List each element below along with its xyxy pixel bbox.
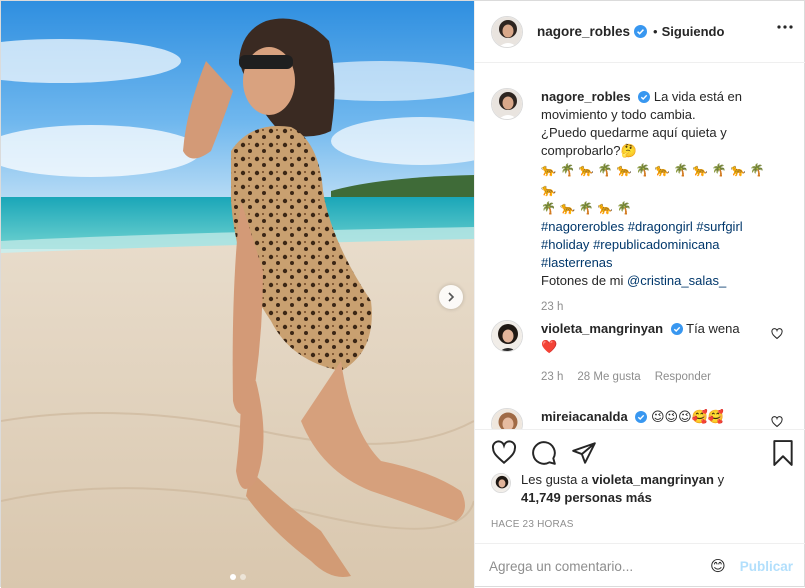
verified-badge-icon bbox=[670, 323, 683, 335]
hashtags: #nagorerobles #dragongirl #surfgirl #hol… bbox=[541, 218, 789, 272]
caption-username[interactable]: nagore_robles bbox=[541, 89, 631, 104]
avatar-image bbox=[492, 89, 522, 119]
hashtag-link[interactable]: #holiday bbox=[541, 237, 589, 252]
hashtag-link[interactable]: #republicadominicana bbox=[593, 237, 719, 252]
liker-username[interactable]: violeta_mangrinyan bbox=[592, 472, 714, 487]
more-options-icon[interactable] bbox=[777, 25, 793, 29]
author-username[interactable]: nagore_robles bbox=[537, 24, 630, 39]
emoji-icon[interactable]: 😊 bbox=[710, 557, 726, 575]
avatar-image bbox=[492, 409, 522, 429]
avatar-image bbox=[492, 321, 522, 351]
post-photo[interactable] bbox=[1, 1, 474, 588]
likes-prefix: Les gusta a bbox=[521, 472, 589, 487]
add-comment-bar: Agrega un comentario... 😊 Publicar bbox=[475, 543, 805, 588]
chevron-right-icon bbox=[448, 292, 455, 302]
publish-button[interactable]: Publicar bbox=[740, 559, 793, 574]
caption-time[interactable]: 23 h bbox=[541, 298, 789, 316]
separator-dot: • bbox=[653, 24, 658, 39]
carousel-dot bbox=[229, 574, 236, 580]
credit-prefix: Fotones de mi bbox=[541, 273, 624, 288]
avatar[interactable] bbox=[491, 408, 523, 429]
hashtag-link[interactable]: #nagorerobles bbox=[541, 219, 624, 234]
caption: nagore_robles La vida está en movimiento… bbox=[491, 88, 791, 316]
reply-button[interactable]: Responder bbox=[655, 368, 711, 386]
next-photo-button[interactable] bbox=[439, 285, 463, 309]
comment-text: 😉😉😉🥰🥰 bbox=[650, 409, 724, 424]
verified-badge-icon bbox=[635, 411, 648, 423]
hashtag-link[interactable]: #dragongirl bbox=[628, 219, 693, 234]
comment-text: Tía wena bbox=[686, 321, 740, 336]
avatar[interactable] bbox=[491, 320, 523, 352]
carousel-dots bbox=[229, 574, 246, 580]
comment-time[interactable]: 23 h bbox=[541, 368, 563, 386]
save-bookmark-icon[interactable] bbox=[771, 440, 795, 466]
hashtag-link[interactable]: #lasterrenas bbox=[541, 255, 613, 270]
comment-body: mireiacanalda 😉😉😉🥰🥰 bbox=[541, 408, 771, 429]
hashtag-link[interactable]: #surfgirl bbox=[696, 219, 742, 234]
instagram-post: nagore_robles • Siguiendo nagore_robles … bbox=[0, 0, 805, 588]
heart-emoji: ❤️ bbox=[541, 339, 558, 354]
share-icon[interactable] bbox=[571, 440, 597, 466]
emoji-row-1: 🐆 🌴 🐆 🌴 🐆 🌴 🐆 🌴 🐆 🌴 🐆 🌴 🐆 bbox=[541, 163, 765, 197]
verified-badge-icon bbox=[634, 25, 648, 38]
thinking-emoji: 🤔 bbox=[620, 143, 637, 158]
comments-section: nagore_robles La vida está en movimiento… bbox=[475, 64, 805, 429]
mention-link[interactable]: @cristina_salas_ bbox=[627, 273, 726, 288]
following-button[interactable]: Siguiendo bbox=[662, 24, 725, 39]
comment-meta: 23 h 28 Me gusta Responder bbox=[541, 368, 771, 386]
post-header: nagore_robles • Siguiendo bbox=[475, 1, 805, 63]
verified-badge-icon bbox=[638, 91, 651, 103]
likes-others[interactable]: 41,749 personas más bbox=[521, 490, 652, 505]
comment-item: violeta_mangrinyan Tía wena ❤️ 23 h 28 M… bbox=[491, 320, 791, 386]
likes-summary: Les gusta a violeta_mangrinyan y 41,749 … bbox=[491, 471, 791, 507]
caption-text: nagore_robles La vida está en movimiento… bbox=[541, 88, 789, 316]
photo-credit: Fotones de mi @cristina_salas_ bbox=[541, 272, 789, 290]
comment-icon[interactable] bbox=[531, 440, 557, 466]
heart-icon[interactable] bbox=[771, 328, 783, 340]
avatar-image bbox=[492, 16, 522, 47]
avatar[interactable] bbox=[491, 88, 523, 120]
comment-item: mireiacanalda 😉😉😉🥰🥰 bbox=[491, 408, 791, 429]
comment-username[interactable]: violeta_mangrinyan bbox=[541, 321, 663, 336]
post-timestamp[interactable]: HACE 23 HORAS bbox=[491, 519, 574, 530]
likes-text: Les gusta a violeta_mangrinyan y 41,749 … bbox=[521, 471, 724, 507]
heart-icon[interactable] bbox=[771, 416, 783, 428]
avatar[interactable] bbox=[491, 473, 511, 493]
beach-photo bbox=[1, 1, 474, 588]
avatar[interactable] bbox=[491, 15, 523, 48]
avatar-image bbox=[492, 474, 510, 492]
comment-likes[interactable]: 28 Me gusta bbox=[577, 368, 640, 386]
emoji-row-2: 🌴 🐆 🌴 🐆 🌴 bbox=[541, 201, 632, 215]
comment-username[interactable]: mireiacanalda bbox=[541, 409, 628, 424]
like-heart-icon[interactable] bbox=[491, 440, 517, 466]
post-side-panel: nagore_robles • Siguiendo nagore_robles … bbox=[474, 1, 805, 588]
likes-conj: y bbox=[717, 472, 725, 487]
comment-input[interactable]: Agrega un comentario... bbox=[489, 559, 710, 574]
comment-body: violeta_mangrinyan Tía wena ❤️ 23 h 28 M… bbox=[541, 320, 771, 386]
carousel-dot bbox=[239, 574, 246, 580]
